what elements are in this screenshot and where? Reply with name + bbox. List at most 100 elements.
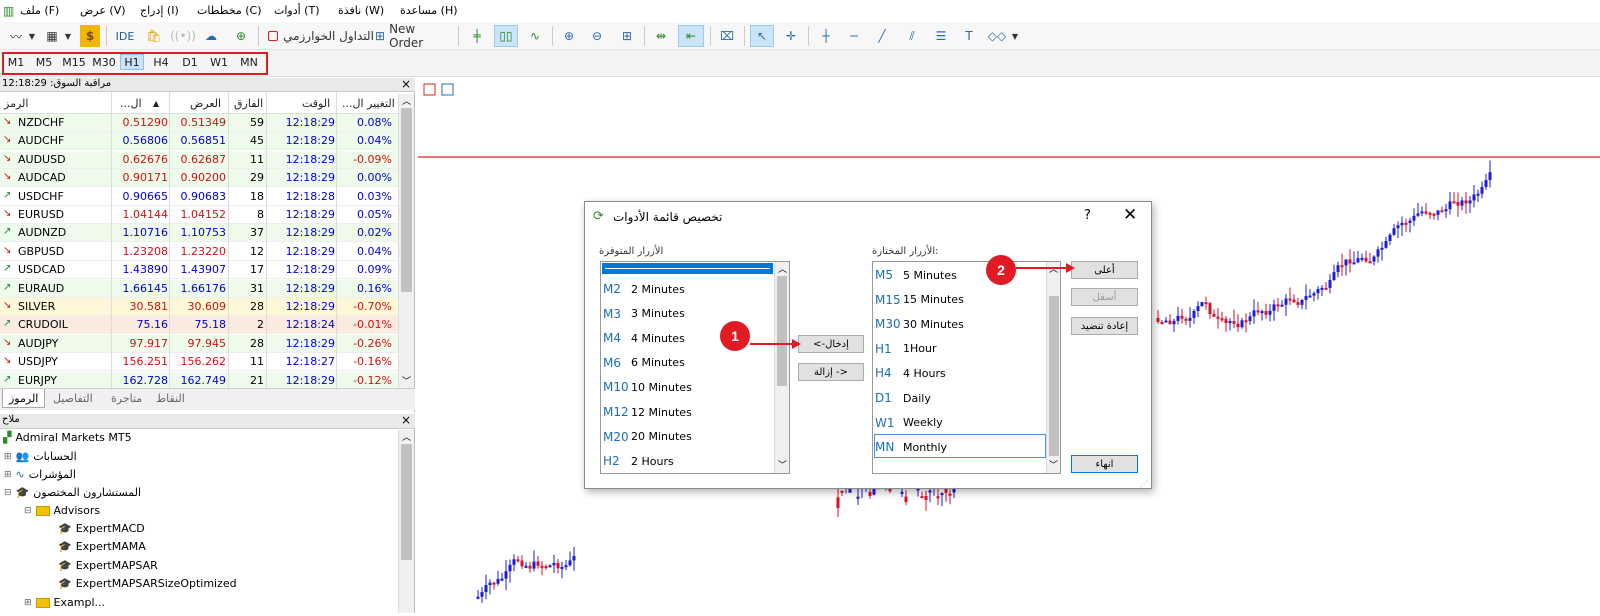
table-row[interactable]: ↘ SILVER 30.581 30.609 28 12:18:29 -0.70%	[0, 298, 398, 316]
chevron-down-icon[interactable]: ▼	[27, 25, 37, 47]
table-row[interactable]: ↘ AUDJPY 97.917 97.945 28 12:18:29 -0.26%	[0, 334, 398, 353]
fibonacci-icon[interactable]: ☰	[930, 25, 952, 47]
nav-accounts[interactable]: ⊞ 👥 الحسابات	[4, 450, 77, 463]
tab-symbols[interactable]: الرموز	[2, 389, 46, 408]
nav-advisor-item[interactable]: 🎓 ExpertMAMA	[58, 540, 146, 553]
col-spread[interactable]: الفارق	[234, 97, 263, 110]
new-order-button[interactable]: ⊞ New Order	[375, 22, 451, 50]
close-icon[interactable]: ✕	[1123, 205, 1137, 225]
table-row[interactable]: ↗ USDCHF 0.90665 0.90683 18 12:18:28 0.03%	[0, 187, 398, 206]
scroll-down-icon[interactable]: ﹀	[1049, 458, 1058, 471]
available-list[interactable]: M2 2 Minutes M3 3 Minutes M4 4 Minutes M6 6 Min…	[600, 261, 790, 474]
menu-view[interactable]: عرض (V)	[80, 4, 126, 17]
selected-scrollbar[interactable]: ︿ ﹀	[1046, 262, 1060, 473]
scroll-up-icon[interactable]: ︿	[402, 94, 411, 107]
tab-trading[interactable]: متاجرة	[105, 392, 148, 405]
menu-help[interactable]: مساعدة (H)	[400, 4, 458, 17]
autoscroll-icon[interactable]: ⇹	[650, 25, 672, 47]
channel-icon[interactable]: ⫽	[901, 25, 923, 47]
table-row[interactable]: ↗ EURAUD 1.66145 1.66176 31 12:18:29 0.16%	[0, 279, 398, 298]
menu-file[interactable]: ملف (F)	[20, 4, 59, 17]
list-item[interactable]: M5 5 Minutes	[875, 263, 957, 287]
list-item[interactable]: M6 6 Minutes	[603, 351, 685, 375]
chart-shift-icon[interactable]: ⇤	[678, 25, 704, 47]
algo-trading-button[interactable]: التداول الخوارزمي	[266, 25, 376, 47]
nav-advisor-item[interactable]: 🎓 ExpertMACD	[58, 522, 145, 535]
col-bid[interactable]: ...ال	[120, 97, 142, 110]
nav-advisor-item[interactable]: 🎓 ExpertMAPSAR	[58, 559, 158, 572]
col-ask[interactable]: العرض	[190, 97, 221, 110]
remove-button[interactable]: إزالة ->	[798, 363, 864, 381]
menu-tools[interactable]: أدوات (T)	[274, 4, 320, 17]
list-item[interactable]: M20 20 Minutes	[603, 425, 692, 449]
close-icon[interactable]: ×	[401, 77, 411, 91]
resize-grip-icon[interactable]: ⋰	[1140, 479, 1148, 488]
list-item[interactable]: M2 2 Minutes	[603, 277, 685, 301]
expand-icon[interactable]: ⊞	[4, 470, 12, 480]
tab-ticks[interactable]: النقاط	[150, 392, 191, 405]
scroll-down-icon[interactable]: ﹀	[778, 458, 787, 471]
table-row[interactable]: ↗ USDCAD 1.43890 1.43907 17 12:18:29 0.09%	[0, 261, 398, 280]
shapes-icon[interactable]: ◇◇	[986, 25, 1008, 47]
tf-m1[interactable]: M1	[5, 54, 27, 70]
nav-advisor-item[interactable]: 🎓 ExpertMAPSARSizeOptimized	[58, 577, 237, 590]
nav-advisors-folder[interactable]: ⊟ Advisors	[24, 504, 100, 517]
down-button[interactable]: أسفل	[1071, 288, 1138, 306]
screenshot-icon[interactable]: ⌧	[716, 25, 738, 47]
tf-h4[interactable]: H4	[150, 54, 172, 70]
table-row[interactable]: ↘ GBPUSD 1.23208 1.23220 12 12:18:29 0.04%	[0, 242, 398, 261]
tf-w1[interactable]: W1	[208, 54, 230, 70]
candles-icon[interactable]: ▯▯	[494, 25, 518, 47]
list-item[interactable]: M15 15 Minutes	[875, 288, 964, 312]
tab-details[interactable]: التفاصيل	[47, 392, 99, 405]
tf-m30[interactable]: M30	[90, 54, 118, 70]
tf-m5[interactable]: M5	[33, 54, 55, 70]
scroll-thumb[interactable]	[401, 108, 412, 292]
zoom-in-icon[interactable]: ⊕	[558, 25, 580, 47]
list-item[interactable]: D1 Daily	[875, 386, 931, 410]
scroll-thumb[interactable]	[401, 444, 412, 560]
tf-m15[interactable]: M15	[61, 54, 87, 70]
table-row[interactable]: ↘ AUDUSD 0.62676 0.62687 11 12:18:29 -0.09%	[0, 150, 398, 169]
col-time[interactable]: الوقت	[302, 97, 330, 110]
selected-list[interactable]: M5 5 Minutes M15 15 Minutes M30 30 Minutes H1 1…	[872, 261, 1061, 474]
menu-window[interactable]: نافذة (W)	[338, 4, 384, 17]
list-item[interactable]: W1 Weekly	[875, 411, 943, 435]
bar-chart-icon[interactable]: ╪	[466, 25, 488, 47]
scroll-down-icon[interactable]: ﹀	[402, 374, 411, 387]
menu-charts[interactable]: مخططات (C)	[197, 4, 262, 17]
nav-indicators[interactable]: ⊞ ∿ المؤشرات	[4, 468, 76, 481]
templates-icon[interactable]: ▦	[42, 25, 62, 47]
tf-h1[interactable]: H1	[120, 54, 144, 70]
market-icon[interactable]: 🛍	[144, 25, 164, 47]
collapse-icon[interactable]: ⊟	[4, 488, 12, 498]
available-scrollbar[interactable]: ︿ ﹀	[774, 262, 789, 473]
nav-examples-folder[interactable]: ⊞ Exampl...	[24, 596, 105, 609]
list-item[interactable]: H4 4 Hours	[875, 361, 946, 385]
nav-experts[interactable]: ⊟ 🎓 المستشارون المختصون	[4, 486, 141, 499]
scroll-up-icon[interactable]: ︿	[778, 262, 787, 275]
table-row[interactable]: ↘ AUDCAD 0.90171 0.90200 29 12:18:29 0.00%	[0, 169, 398, 188]
expand-icon[interactable]: ⊞	[4, 452, 12, 462]
list-item[interactable]: M10 10 Minutes	[603, 375, 692, 399]
navigator-scrollbar[interactable]: ︿	[398, 430, 414, 613]
zoom-out-icon[interactable]: ⊖	[586, 25, 608, 47]
table-row[interactable]: ↗ AUDNZD 1.10716 1.10753 37 12:18:29 0.02%	[0, 224, 398, 243]
list-item[interactable]: M30 30 Minutes	[875, 312, 964, 336]
vps-icon[interactable]: ⊕	[230, 25, 252, 47]
cloud-icon[interactable]: ☁	[200, 25, 222, 47]
table-row[interactable]: ↘ NZDCHF 0.51290 0.51349 59 12:18:29 0.08%	[0, 114, 398, 132]
menu-insert[interactable]: إدراج (I)	[140, 4, 179, 17]
line-chart-icon[interactable]: ∿	[524, 25, 546, 47]
cursor-icon[interactable]: ↖	[750, 25, 774, 47]
close-icon[interactable]: ×	[401, 413, 411, 427]
reset-button[interactable]: إعادة تنضيد	[1071, 317, 1138, 335]
nav-root[interactable]: ▞ Admiral Markets MT5	[3, 431, 132, 444]
finish-button[interactable]: انهاء	[1071, 455, 1138, 473]
ide-button[interactable]: IDE	[112, 25, 138, 47]
table-row[interactable]: ↘ EURUSD 1.04144 1.04152 8 12:18:29 0.05%	[0, 206, 398, 224]
chevron-down-icon[interactable]: ▼	[63, 25, 73, 47]
collapse-icon[interactable]: ⊟	[24, 506, 32, 516]
scroll-up-icon[interactable]: ︿	[402, 430, 411, 443]
vertical-line-icon[interactable]: ┼	[815, 25, 837, 47]
